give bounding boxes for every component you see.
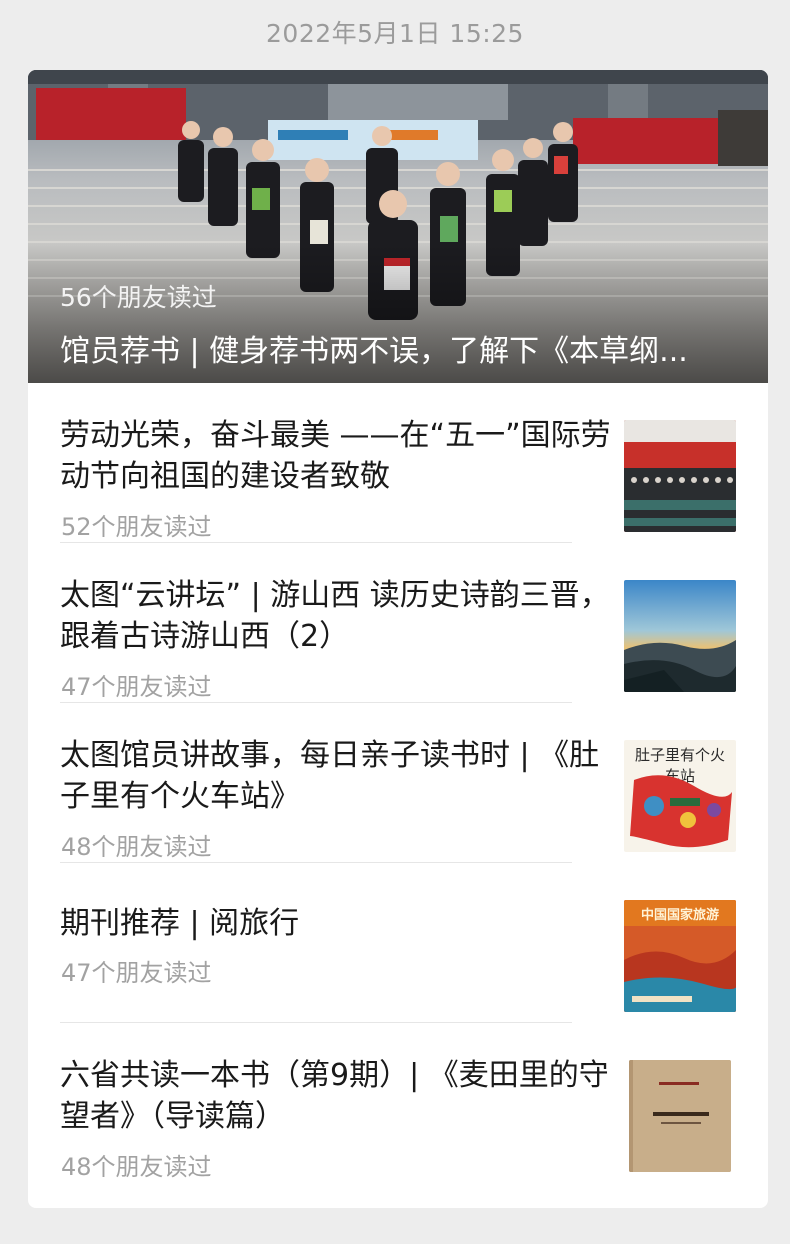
list-item[interactable]: 太图“云讲坛” | 游山西 读历史诗韵三晋，跟着古诗游山西（2） 47个朋友读过 <box>28 543 768 703</box>
message-timestamp: 2022年5月1日 15:25 <box>266 19 524 48</box>
read-count: 48个朋友读过 <box>61 1153 212 1181</box>
read-count: 52个朋友读过 <box>61 513 212 541</box>
thumb-magazine-title: 中国国家旅游 <box>640 908 719 923</box>
hero-article[interactable]: 56个朋友读过 馆员荐书 | 健身荐书两不误，了解下《本草纲... <box>28 70 768 383</box>
list-item[interactable]: 期刊推荐 | 阅旅行 47个朋友读过 中国国家旅游 <box>28 863 768 1023</box>
article-title[interactable]: 期刊推荐 | 阅旅行 <box>60 903 615 944</box>
article-title[interactable]: 太图馆员讲故事，每日亲子读书时 | 《肚子里有个火车站》 <box>60 735 615 817</box>
article-card: 56个朋友读过 馆员荐书 | 健身荐书两不误，了解下《本草纲... 劳动光荣，奋… <box>28 70 768 1208</box>
list-item[interactable]: 太图馆员讲故事，每日亲子读书时 | 《肚子里有个火车站》 48个朋友读过 肚子里… <box>28 703 768 863</box>
article-thumbnail[interactable]: 肚子里有个火车站 <box>624 740 736 852</box>
hero-title[interactable]: 馆员荐书 | 健身荐书两不误，了解下《本草纲... <box>60 326 740 370</box>
article-thumbnail[interactable] <box>624 580 736 692</box>
list-item[interactable]: 劳动光荣，奋斗最美 ——在“五一”国际劳动节向祖国的建设者致敬 52个朋友读过 <box>28 383 768 543</box>
article-thumbnail[interactable] <box>624 420 736 532</box>
hero-read-count: 56个朋友读过 <box>60 283 217 312</box>
read-count: 47个朋友读过 <box>61 673 212 701</box>
read-count: 48个朋友读过 <box>61 833 212 861</box>
list-item[interactable]: 六省共读一本书（第9期）| 《麦田里的守望者》（导读篇） 48个朋友读过 <box>28 1023 768 1183</box>
read-count: 47个朋友读过 <box>61 959 212 987</box>
article-title[interactable]: 六省共读一本书（第9期）| 《麦田里的守望者》（导读篇） <box>60 1055 615 1137</box>
article-thumbnail[interactable]: 中国国家旅游 <box>624 900 736 1012</box>
article-title[interactable]: 太图“云讲坛” | 游山西 读历史诗韵三晋，跟着古诗游山西（2） <box>60 575 615 657</box>
article-thumbnail[interactable] <box>629 1060 731 1172</box>
article-title[interactable]: 劳动光荣，奋斗最美 ——在“五一”国际劳动节向祖国的建设者致敬 <box>60 415 615 497</box>
